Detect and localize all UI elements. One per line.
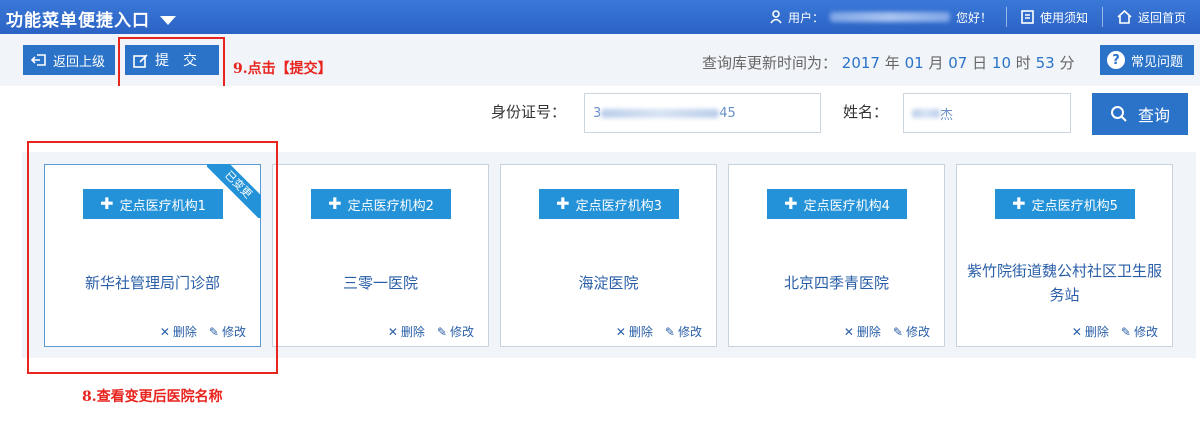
update-day-unit: 日 <box>972 54 988 72</box>
update-time: 查询库更新时间为： 2017 年 01 月 07 日 10 时 53 分 <box>702 52 1074 73</box>
home-label: 返回首页 <box>1137 10 1186 25</box>
edit-label: 修改 <box>1133 325 1158 339</box>
delete-label: 删除 <box>1084 325 1109 339</box>
back-icon <box>31 54 46 66</box>
name-value-end: 杰 <box>940 107 954 123</box>
document-icon <box>1021 10 1034 24</box>
home-link[interactable]: 返回首页 <box>1101 7 1200 27</box>
query-button[interactable]: 查询 <box>1092 93 1188 135</box>
name-input[interactable]: 杰 <box>903 93 1071 133</box>
institution-tag-label: 定点医疗机构5 <box>1031 198 1118 214</box>
institution-name: 海淀医院 <box>578 274 639 292</box>
cross-icon: ✚ <box>784 194 798 213</box>
card-actions: ✕ 删除 ✎ 修改 <box>388 323 474 340</box>
institution-tag-label: 定点医疗机构3 <box>575 198 662 214</box>
update-hour-unit: 时 <box>1015 54 1031 72</box>
close-icon: ✕ <box>1071 324 1082 339</box>
annotation-box-submit <box>118 37 225 90</box>
menu-title[interactable]: 功能菜单便捷入口 <box>6 6 176 31</box>
annotation-step9: 9.点击【提交】 <box>233 61 332 77</box>
edit-label: 修改 <box>905 325 930 339</box>
edit-button[interactable]: ✎ 修改 <box>665 323 702 340</box>
id-number-input[interactable]: 3 45 <box>584 93 821 133</box>
card-actions: ✕ 删除 ✎ 修改 <box>616 323 702 340</box>
institution-tag: ✚ 定点医疗机构3 <box>539 189 679 219</box>
user-info: 用户： 您好！ <box>756 7 1006 27</box>
pencil-icon: ✎ <box>436 324 447 339</box>
name-redacted <box>912 108 940 118</box>
home-icon <box>1117 10 1132 24</box>
institution-card-5[interactable]: ✚ 定点医疗机构5 紫竹院街道魏公村社区卫生服务站 ✕ 删除 ✎ 修改 <box>956 164 1173 347</box>
back-button[interactable]: 返回上级 <box>23 45 115 75</box>
institution-card-4[interactable]: ✚ 定点医疗机构4 北京四季青医院 ✕ 删除 ✎ 修改 <box>728 164 945 347</box>
institution-name: 三零一医院 <box>342 274 418 292</box>
card-actions: ✕ 删除 ✎ 修改 <box>1072 323 1158 340</box>
question-icon: ? <box>1107 51 1125 69</box>
close-icon: ✕ <box>615 324 626 339</box>
menu-title-label: 功能菜单便捷入口 <box>6 11 150 31</box>
update-month-unit: 月 <box>928 54 944 72</box>
edit-button[interactable]: ✎ 修改 <box>437 323 474 340</box>
delete-button[interactable]: ✕ 删除 <box>388 323 425 340</box>
institution-card-2[interactable]: ✚ 定点医疗机构2 三零一医院 ✕ 删除 ✎ 修改 <box>272 164 489 347</box>
annotation-box-card <box>27 141 278 374</box>
update-year: 2017 <box>841 54 880 72</box>
cross-icon: ✚ <box>1012 194 1026 213</box>
delete-button[interactable]: ✕ 删除 <box>844 323 881 340</box>
update-month: 01 <box>904 54 924 72</box>
id-number-value-end: 45 <box>719 105 736 121</box>
update-minute-unit: 分 <box>1059 54 1075 72</box>
user-label: 用户： <box>787 10 824 25</box>
edit-button[interactable]: ✎ 修改 <box>1121 323 1158 340</box>
cross-icon: ✚ <box>556 194 570 213</box>
update-prefix: 查询库更新时间为： <box>702 54 838 72</box>
search-icon <box>1110 106 1127 122</box>
institution-card-3[interactable]: ✚ 定点医疗机构3 海淀医院 ✕ 删除 ✎ 修改 <box>500 164 717 347</box>
pencil-icon: ✎ <box>892 324 903 339</box>
delete-label: 删除 <box>856 325 881 339</box>
delete-label: 删除 <box>628 325 653 339</box>
id-number-redacted <box>601 108 720 118</box>
delete-button[interactable]: ✕ 删除 <box>616 323 653 340</box>
guide-link[interactable]: 使用须知 <box>1005 7 1102 27</box>
query-button-label: 查询 <box>1137 106 1170 125</box>
pencil-icon: ✎ <box>1120 324 1131 339</box>
edit-button[interactable]: ✎ 修改 <box>893 323 930 340</box>
institution-tag: ✚ 定点医疗机构5 <box>995 189 1135 219</box>
top-bar: 功能菜单便捷入口 用户： 您好！ 使用须知 返回首页 <box>0 0 1200 34</box>
user-greeting: 您好！ <box>955 10 992 25</box>
back-button-label: 返回上级 <box>53 54 106 70</box>
guide-label: 使用须知 <box>1039 10 1088 25</box>
close-icon: ✕ <box>843 324 854 339</box>
update-year-unit: 年 <box>884 54 900 72</box>
delete-button[interactable]: ✕ 删除 <box>1072 323 1109 340</box>
institution-name: 北京四季青医院 <box>783 274 889 292</box>
institution-tag: ✚ 定点医疗机构2 <box>311 189 451 219</box>
name-label: 姓名： <box>843 103 889 121</box>
user-icon <box>770 10 782 24</box>
id-number-label: 身份证号： <box>491 103 567 121</box>
close-icon: ✕ <box>387 324 398 339</box>
update-day: 07 <box>948 54 968 72</box>
top-bar-right: 用户： 您好！ 使用须知 返回首页 <box>756 0 1200 34</box>
institution-tag-label: 定点医疗机构2 <box>347 198 434 214</box>
id-number-value-start: 3 <box>593 105 602 121</box>
institution-tag-label: 定点医疗机构4 <box>803 198 890 214</box>
faq-button-label: 常见问题 <box>1131 54 1184 70</box>
update-hour: 10 <box>991 54 1011 72</box>
institution-tag: ✚ 定点医疗机构4 <box>767 189 907 219</box>
pencil-icon: ✎ <box>664 324 675 339</box>
card-actions: ✕ 删除 ✎ 修改 <box>844 323 930 340</box>
delete-label: 删除 <box>400 325 425 339</box>
chevron-down-icon[interactable] <box>160 15 176 25</box>
institution-name: 紫竹院街道魏公村社区卫生服务站 <box>967 262 1163 304</box>
update-minute: 53 <box>1035 54 1055 72</box>
cross-icon: ✚ <box>328 194 342 213</box>
user-name-redacted <box>829 12 950 22</box>
annotation-step8: 8.查看变更后医院名称 <box>82 389 223 405</box>
edit-label: 修改 <box>677 325 702 339</box>
edit-label: 修改 <box>449 325 474 339</box>
faq-button[interactable]: ? 常见问题 <box>1100 45 1194 75</box>
